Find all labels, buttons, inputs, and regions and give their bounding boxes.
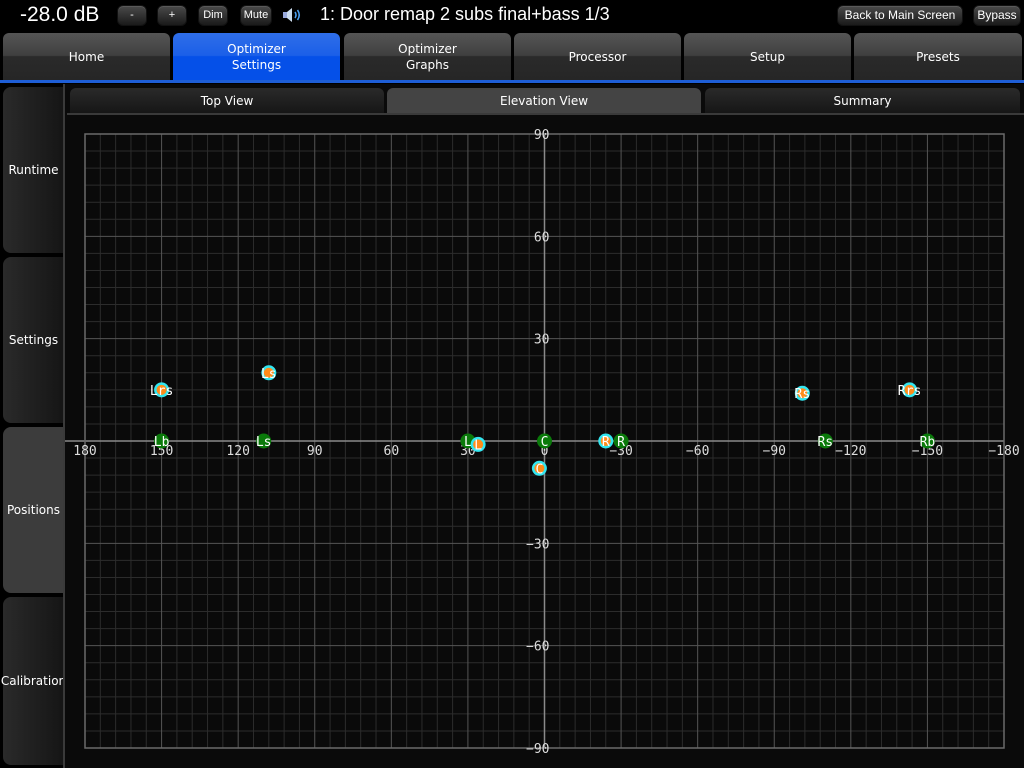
target-speaker-marker: Rb xyxy=(920,433,936,450)
y-tick-label: 30 xyxy=(534,333,550,348)
speaker-label: Rrs xyxy=(898,384,921,399)
y-tick-label: −60 xyxy=(526,640,549,655)
x-tick-label: −90 xyxy=(763,444,786,459)
speaker-label: C xyxy=(541,435,549,450)
speaker-label: Lb xyxy=(154,435,170,450)
speaker-label: Rs xyxy=(795,387,811,402)
y-tick-label: 60 xyxy=(534,230,550,245)
measured-speaker-marker: Rs xyxy=(795,385,811,402)
grid-major xyxy=(65,133,1005,749)
speaker-label: L xyxy=(464,435,472,450)
speaker-points: Lb Ls L C R Rs Rb Lrs Ls L C R Rs Rrs xyxy=(150,365,936,477)
speaker-label: R xyxy=(602,435,610,450)
speaker-label: Rs xyxy=(817,435,833,450)
y-tick-label: −90 xyxy=(526,742,549,757)
y-tick-label: 90 xyxy=(534,128,550,143)
x-tick-label: 90 xyxy=(307,444,323,459)
speaker-label: C xyxy=(535,462,543,477)
target-speaker-marker: Ls xyxy=(256,433,272,450)
measured-speaker-marker: Lrs xyxy=(150,382,173,399)
elevation-plot[interactable]: 180 150 120 90 60 30 0 −30 −60 −90 −120 −150 −180906… xyxy=(0,0,1024,768)
x-tick-label: −180 xyxy=(988,444,1019,459)
speaker-label: L xyxy=(474,438,482,453)
x-tick-label: −120 xyxy=(835,444,866,459)
speaker-label: Lrs xyxy=(150,384,173,399)
x-tick-label: −60 xyxy=(686,444,709,459)
y-tick-label: −30 xyxy=(526,537,549,552)
measured-speaker-marker: Ls xyxy=(261,365,277,382)
x-tick-label: 180 xyxy=(73,444,96,459)
measured-speaker-marker: Rrs xyxy=(898,382,921,399)
speaker-label: Rb xyxy=(920,435,936,450)
speaker-label: Ls xyxy=(261,367,277,382)
x-tick-label: 60 xyxy=(384,444,400,459)
speaker-label: R xyxy=(617,435,625,450)
target-speaker-marker: C xyxy=(537,433,552,450)
target-speaker-marker: Lb xyxy=(154,433,170,450)
target-speaker-marker: Rs xyxy=(817,433,833,450)
x-tick-label: 120 xyxy=(226,444,249,459)
speaker-label: Ls xyxy=(256,435,272,450)
